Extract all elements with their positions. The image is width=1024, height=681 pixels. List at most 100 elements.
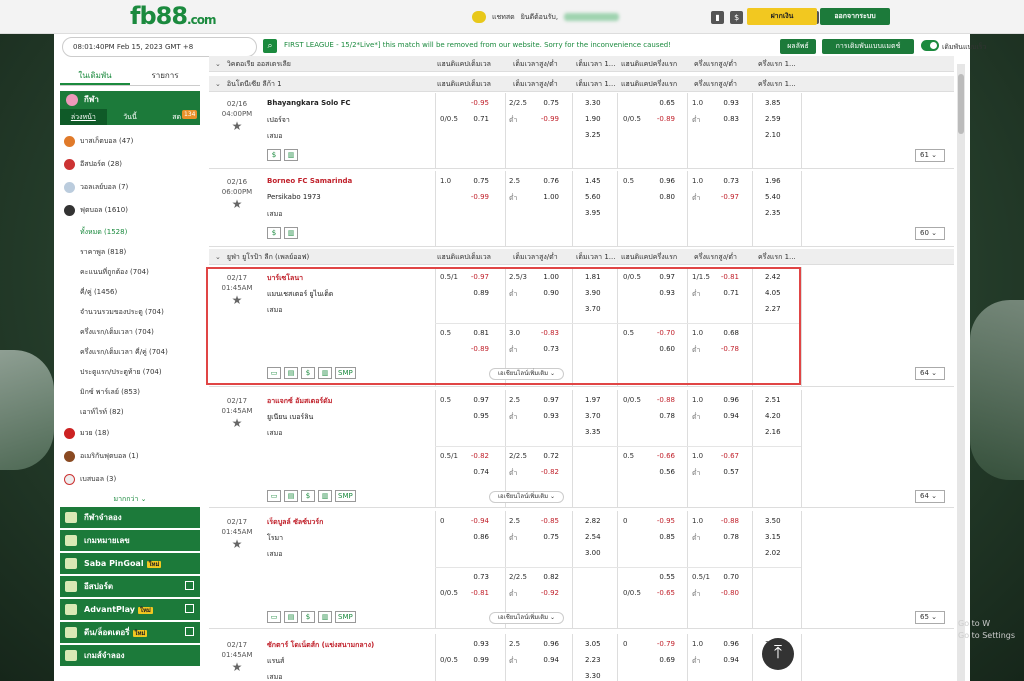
odds-cell[interactable]: 0.97 xyxy=(617,273,681,281)
market-count-select[interactable]: 60 ⌄ xyxy=(915,227,945,240)
odds-cell[interactable]: 0.96 xyxy=(687,640,745,648)
smp-button[interactable]: SMP xyxy=(335,367,356,379)
odds-cell[interactable]: 0.75 xyxy=(505,99,565,107)
league-header[interactable]: ⌄ วิคตอเรีย ออสเตรเลีย แฮนดิแคปเต็มเวล เต… xyxy=(209,56,954,72)
odds-cell[interactable]: 0.75 xyxy=(435,177,495,185)
odds-cell[interactable]: 2.10 xyxy=(765,131,805,139)
soccer-sub-correct-score[interactable]: คะแนนที่ถูกต้อง (704) xyxy=(60,262,200,282)
odds-cell[interactable]: 0.68 xyxy=(687,329,745,337)
odds-cell[interactable]: 0.73 xyxy=(505,345,565,353)
odds-cell[interactable]: -0.89 xyxy=(435,345,495,353)
tab-early[interactable]: ล่วงหน้า xyxy=(60,109,107,125)
odds-cell[interactable]: 0.76 xyxy=(505,177,565,185)
odds-cell[interactable]: 1.00 xyxy=(505,193,565,201)
odds-cell[interactable]: 0.96 xyxy=(505,640,565,648)
favorite-star-icon[interactable]: ★ xyxy=(215,120,259,132)
odds-cell[interactable]: 0.93 xyxy=(435,640,495,648)
odds-cell[interactable]: 5.40 xyxy=(765,193,805,201)
soccer-sub-odd-even[interactable]: คี่/คู่ (1456) xyxy=(60,282,200,302)
market-count-select[interactable]: 65 ⌄ xyxy=(915,611,945,624)
odds-cell[interactable]: 0.70 xyxy=(687,573,745,581)
market-count-select[interactable]: 64 ⌄ xyxy=(915,490,945,503)
tab-in-play[interactable]: ในเดิมพัน xyxy=(60,66,130,85)
tab-today[interactable]: วันนี้ xyxy=(107,109,154,125)
odds-cell[interactable]: -0.67 xyxy=(687,452,745,460)
tab-list[interactable]: รายการ xyxy=(130,66,200,85)
game-advantplay[interactable]: AdvantPlay ใหม่ xyxy=(60,599,200,620)
odds-cell[interactable]: 0.96 xyxy=(687,396,745,404)
favorite-star-icon[interactable]: ★ xyxy=(215,198,259,210)
scrollbar-thumb[interactable] xyxy=(958,74,964,134)
back-to-top-icon[interactable]: ⤒ xyxy=(762,638,794,670)
deposit-button[interactable]: ฝากเงิน xyxy=(747,8,817,25)
odds-cell[interactable]: 2.16 xyxy=(765,428,805,436)
smp-button[interactable]: SMP xyxy=(335,611,356,623)
odds-cell[interactable]: 3.50 xyxy=(765,517,805,525)
more-lines-button[interactable]: เอเชียนไลน์เพิ่มเติม ⌄ xyxy=(489,612,564,624)
stats-icon[interactable]: ▭ xyxy=(267,367,281,379)
odds-cell[interactable]: 0.94 xyxy=(505,656,565,664)
odds-cell[interactable]: 0.56 xyxy=(617,468,681,476)
odds-cell[interactable]: 0.94 xyxy=(687,412,745,420)
odds-cell[interactable]: 0.96 xyxy=(617,177,681,185)
sport-item-american-football[interactable]: อเมริกันฟุตบอล (1) xyxy=(60,445,200,468)
results-button[interactable]: ผลลัพธ์ xyxy=(780,39,816,54)
odds-cell[interactable]: 2.27 xyxy=(765,305,805,313)
game-virtual-sports[interactable]: กีฬาจำลอง xyxy=(60,507,200,528)
cash-icon[interactable]: $ xyxy=(301,490,315,502)
soccer-sub-ht-ft-oe[interactable]: ครึ่งแรก/เต็มเวลา คี่/คู่ (704) xyxy=(60,342,200,362)
odds-cell[interactable]: 0.69 xyxy=(617,656,681,664)
chart-icon[interactable]: ▥ xyxy=(318,490,332,502)
scoreboard-icon[interactable]: ▤ xyxy=(284,367,298,379)
logout-button[interactable]: ออกจากระบบ xyxy=(820,8,890,25)
odds-cell[interactable]: -0.97 xyxy=(435,273,495,281)
odds-cell[interactable]: 4.20 xyxy=(765,412,805,420)
odds-cell[interactable]: -0.80 xyxy=(687,589,745,597)
odds-cell[interactable]: -0.82 xyxy=(435,452,495,460)
soccer-sub-first-last-goal[interactable]: ประตูแรก/ประตูท้าย (704) xyxy=(60,362,200,382)
cash-icon[interactable]: $ xyxy=(267,149,281,161)
odds-cell[interactable]: 0.73 xyxy=(435,573,495,581)
soccer-sub-outright[interactable]: เอาท์ไรท์ (82) xyxy=(60,402,200,422)
chart-icon[interactable]: ▥ xyxy=(284,149,298,161)
game-esports[interactable]: อีสปอร์ต xyxy=(60,576,200,597)
scoreboard-icon[interactable]: ▤ xyxy=(284,490,298,502)
odds-cell[interactable]: 0.65 xyxy=(617,99,681,107)
odds-cell[interactable]: 0.99 xyxy=(435,656,495,664)
odds-cell[interactable]: 1.00 xyxy=(505,273,565,281)
odds-cell[interactable]: -0.81 xyxy=(687,273,745,281)
odds-cell[interactable]: -0.79 xyxy=(617,640,681,648)
odds-cell[interactable]: 0.93 xyxy=(617,289,681,297)
odds-cell[interactable]: 3.30 xyxy=(585,672,625,680)
chart-icon[interactable]: ▥ xyxy=(284,227,298,239)
odds-cell[interactable]: 0.82 xyxy=(505,573,565,581)
chart-icon[interactable]: ▥ xyxy=(318,367,332,379)
odds-cell[interactable]: -0.70 xyxy=(617,329,681,337)
odds-cell[interactable]: 0.85 xyxy=(617,533,681,541)
odds-cell[interactable]: 3.70 xyxy=(585,305,625,313)
soccer-sub-ht-ft[interactable]: ครึ่งแรก/เต็มเวลา (704) xyxy=(60,322,200,342)
favorite-star-icon[interactable]: ★ xyxy=(215,417,259,429)
odds-cell[interactable]: 3.15 xyxy=(765,533,805,541)
odds-cell[interactable]: 3.25 xyxy=(585,131,625,139)
game-saba-pingoal[interactable]: Saba PinGoal ใหม่ xyxy=(60,553,200,574)
soccer-sub-mix-parlay[interactable]: มิกซ์ พาร์เลย์ (853) xyxy=(60,382,200,402)
cash-icon[interactable]: $ xyxy=(301,367,315,379)
more-lines-button[interactable]: เอเชียนไลน์เพิ่มเติม ⌄ xyxy=(489,368,564,380)
chart-icon[interactable]: ▥ xyxy=(318,611,332,623)
odds-cell[interactable]: -0.94 xyxy=(435,517,495,525)
odds-cell[interactable]: 4.05 xyxy=(765,289,805,297)
sport-item-basketball[interactable]: บาสเก็ตบอล (47) xyxy=(60,130,200,153)
odds-cell[interactable]: -0.81 xyxy=(435,589,495,597)
favorite-star-icon[interactable]: ★ xyxy=(215,294,259,306)
odds-cell[interactable]: -0.85 xyxy=(505,517,565,525)
odds-cell[interactable]: 2.02 xyxy=(765,549,805,557)
more-lines-button[interactable]: เอเชียนไลน์เพิ่มเติม ⌄ xyxy=(489,491,564,503)
sport-item-volleyball[interactable]: วอลเลย์บอล (7) xyxy=(60,176,200,199)
stats-icon[interactable]: ▭ xyxy=(267,490,281,502)
soccer-sub-total-goals[interactable]: จำนวนรวมของประตู (704) xyxy=(60,302,200,322)
odds-cell[interactable]: -0.95 xyxy=(435,99,495,107)
game-virtual-games[interactable]: เกมส์จำลอง xyxy=(60,645,200,666)
chat-icon[interactable] xyxy=(472,11,486,23)
sort-dropdown[interactable]: การเดิมพันแบบแมตช์ xyxy=(822,39,914,54)
